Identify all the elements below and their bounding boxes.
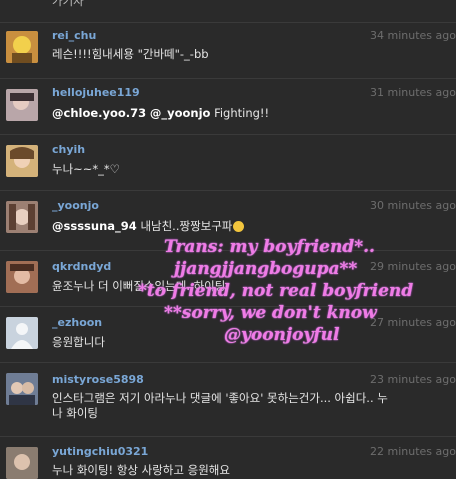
username-link[interactable]: qkrdndyd <box>52 260 111 273</box>
comment-text: @ssssuna_94 내남친..짱짱보구파 <box>52 219 456 234</box>
mention-link[interactable]: @chloe.yoo.73 <box>52 106 146 120</box>
mention-link[interactable]: @ssssuna_94 <box>52 219 137 233</box>
timestamp: 34 minutes ago <box>370 29 456 42</box>
timestamp: 30 minutes ago <box>370 199 456 212</box>
username-link[interactable]: _yoonjo <box>52 199 99 212</box>
comment-text: 누나~~*_*♡ <box>52 162 120 176</box>
username-link[interactable]: hellojuhee119 <box>52 86 140 99</box>
avatar[interactable] <box>6 317 38 349</box>
timestamp: 31 minutes ago <box>370 86 456 99</box>
comment-row: rei_chu 34 minutes ago 레슨!!!!힘내세용 "간바떼"-… <box>0 22 456 78</box>
avatar[interactable] <box>6 447 38 479</box>
worried-face-icon <box>233 221 245 232</box>
avatar[interactable] <box>6 31 38 63</box>
mention-link[interactable]: @_yoonjo <box>150 106 211 120</box>
comment-text: @chloe.yoo.73 @_yoonjo Fighting!! <box>52 106 456 121</box>
timestamp: 29 minutes ago <box>370 260 456 273</box>
truncated-comment-text: 가기자 <box>52 0 84 8</box>
timestamp: 27 minutes ago <box>370 316 456 329</box>
comment-text: 인스타그램은 저기 아라누나 댓글에 '좋아요' 못하는건가... 아쉽다.. … <box>52 391 388 405</box>
timestamp: 22 minutes ago <box>370 445 456 458</box>
comment-row: chyih 누나~~*_*♡ <box>0 134 456 190</box>
comment-body: 내남친..짱짱보구파 <box>140 219 233 233</box>
comment-body: Fighting!! <box>214 106 270 120</box>
avatar[interactable] <box>6 373 38 405</box>
comment-row: yutingchiu0321 22 minutes ago 누나 화이팅! 항상… <box>0 436 456 479</box>
username-link[interactable]: yutingchiu0321 <box>52 445 148 458</box>
username-link[interactable]: rei_chu <box>52 29 96 42</box>
comment-text: 윤조누나 더 이뻐질수있는데..하이팅 <box>52 279 226 293</box>
avatar[interactable] <box>6 89 38 121</box>
avatar[interactable] <box>6 201 38 233</box>
comment-row: qkrdndyd 29 minutes ago 윤조누나 더 이뻐질수있는데..… <box>0 250 456 306</box>
timestamp: 23 minutes ago <box>370 373 456 386</box>
comment-text: 응원합니다 <box>52 335 105 349</box>
username-link[interactable]: _ezhoon <box>52 316 102 329</box>
comment-text-continued: 나 화이팅 <box>52 406 98 420</box>
comment-row: _yoonjo 30 minutes ago @ssssuna_94 내남친..… <box>0 190 456 250</box>
comment-row: mistyrose5898 23 minutes ago 인스타그램은 저기 아… <box>0 362 456 436</box>
comment-text: 레슨!!!!힘내세용 "간바떼"-_-bb <box>52 47 209 61</box>
username-link[interactable]: chyih <box>52 143 85 156</box>
comment-text: 누나 화이팅! 항상 사랑하고 응원해요 <box>52 463 230 477</box>
avatar[interactable] <box>6 261 38 293</box>
avatar[interactable] <box>6 145 38 177</box>
username-link[interactable]: mistyrose5898 <box>52 373 144 386</box>
comment-row: _ezhoon 27 minutes ago 응원합니다 <box>0 306 456 362</box>
comment-row: hellojuhee119 31 minutes ago @chloe.yoo.… <box>0 78 456 134</box>
comment-feed: 가기자 rei_chu 34 minutes ago 레슨!!!!힘내세용 "간… <box>0 0 456 479</box>
